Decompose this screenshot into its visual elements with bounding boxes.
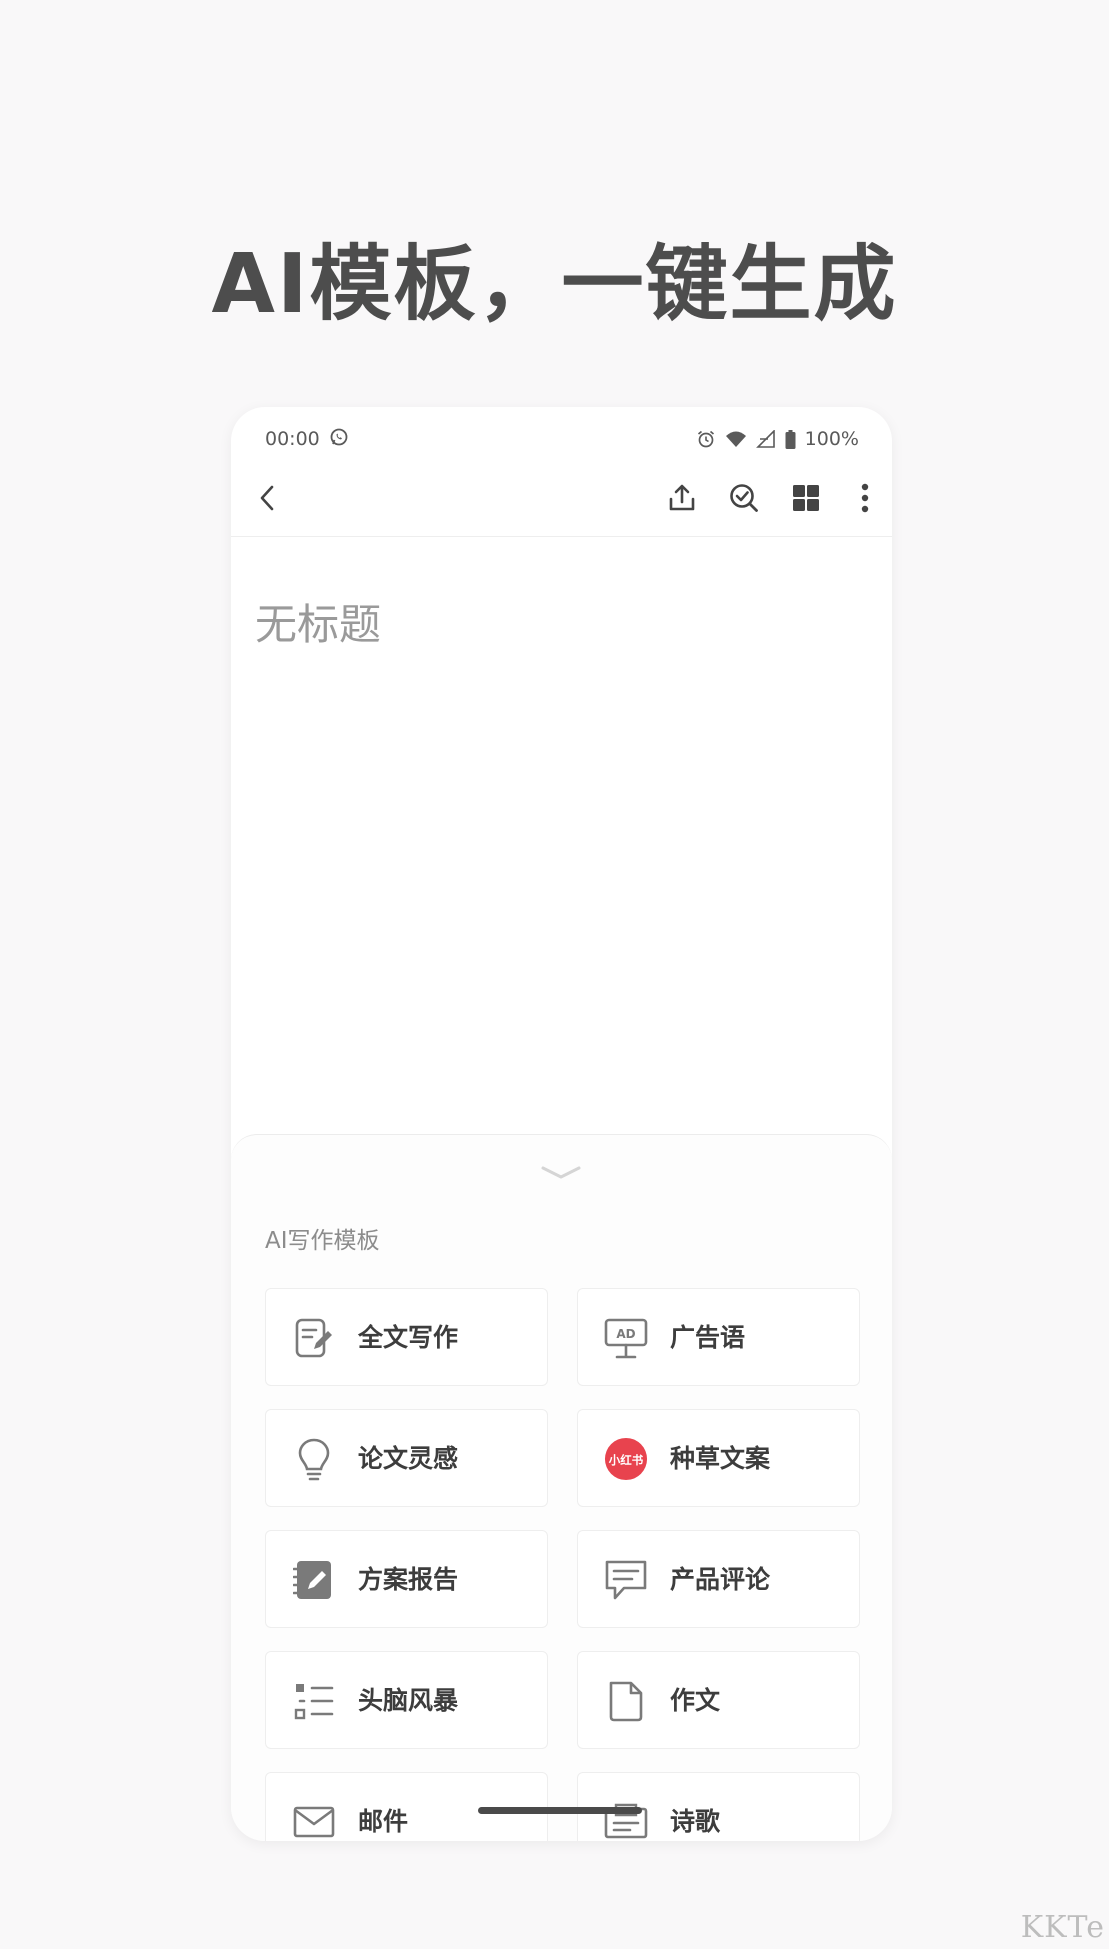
template-card-brainstorm[interactable]: 头脑风暴	[265, 1651, 548, 1749]
template-label: 邮件	[358, 1807, 409, 1836]
template-card-product-review[interactable]: 产品评论	[577, 1530, 860, 1628]
template-label: 头脑风暴	[358, 1686, 459, 1715]
share-icon	[666, 482, 698, 518]
page-icon	[604, 1679, 648, 1723]
comment-icon	[604, 1558, 648, 1602]
ad-billboard-icon: AD	[604, 1316, 648, 1360]
template-card-plan-report[interactable]: 方案报告	[265, 1530, 548, 1628]
chevron-down-icon	[539, 1163, 583, 1187]
status-right: 100%	[696, 428, 859, 450]
notebook-pen-icon	[292, 1558, 336, 1602]
more-button[interactable]	[842, 463, 888, 537]
status-bar: 00:00 100%	[231, 407, 892, 457]
grid-icon	[792, 484, 820, 516]
back-button[interactable]	[239, 463, 295, 537]
editor-toolbar	[231, 463, 892, 537]
template-card-full-writing[interactable]: 全文写作	[265, 1288, 548, 1386]
share-button[interactable]	[654, 463, 710, 537]
back-arrow-icon	[256, 483, 278, 517]
status-time: 00:00	[265, 428, 320, 450]
wifi-icon	[725, 430, 747, 448]
ai-template-sheet: AI写作模板 全文写作 AD 广告语 论文灵感 小红书 种草文案 方案报告 产品…	[231, 1134, 892, 1841]
alarm-icon	[696, 429, 716, 449]
sheet-title: AI写作模板	[265, 1228, 380, 1254]
check-search-icon	[728, 482, 760, 518]
template-label: 广告语	[670, 1323, 746, 1352]
more-vert-icon	[861, 483, 869, 517]
page: AI模板，一键生成 00:00 100% 无标题 AI写作模板 全文写作 AD …	[0, 0, 1109, 1949]
collapse-sheet-button[interactable]	[531, 1163, 591, 1187]
status-left: 00:00	[265, 427, 349, 452]
template-label: 诗歌	[670, 1807, 721, 1836]
svg-text:小红书: 小红书	[608, 1453, 644, 1467]
watermark: KKTe	[1020, 1910, 1105, 1945]
mail-icon	[292, 1800, 336, 1841]
home-indicator[interactable]	[478, 1807, 642, 1814]
pen-document-icon	[292, 1316, 336, 1360]
svg-text:AD: AD	[616, 1327, 635, 1341]
template-label: 方案报告	[358, 1565, 459, 1594]
check-search-button[interactable]	[716, 463, 772, 537]
template-label: 产品评论	[670, 1565, 771, 1594]
whatsapp-icon	[329, 427, 349, 452]
template-card-thesis-inspiration[interactable]: 论文灵感	[265, 1409, 548, 1507]
template-card-slogan[interactable]: AD 广告语	[577, 1288, 860, 1386]
battery-percent: 100%	[804, 428, 859, 450]
template-grid-button[interactable]	[778, 463, 834, 537]
phone-mockup: 00:00 100% 无标题 AI写作模板 全文写作 AD 广告语 论文灵感 小…	[231, 407, 892, 1841]
template-label: 论文灵感	[358, 1444, 459, 1473]
template-card-recommendation-copy[interactable]: 小红书 种草文案	[577, 1409, 860, 1507]
list-icon	[292, 1679, 336, 1723]
battery-icon	[785, 429, 796, 449]
signal-icon	[755, 430, 776, 448]
template-label: 全文写作	[358, 1323, 459, 1352]
xiaohongshu-logo-icon: 小红书	[604, 1437, 648, 1481]
note-title-input[interactable]: 无标题	[255, 597, 381, 653]
template-label: 种草文案	[670, 1444, 771, 1473]
template-card-essay[interactable]: 作文	[577, 1651, 860, 1749]
lightbulb-icon	[292, 1437, 336, 1481]
template-label: 作文	[670, 1686, 721, 1715]
promo-headline: AI模板，一键生成	[211, 237, 898, 332]
